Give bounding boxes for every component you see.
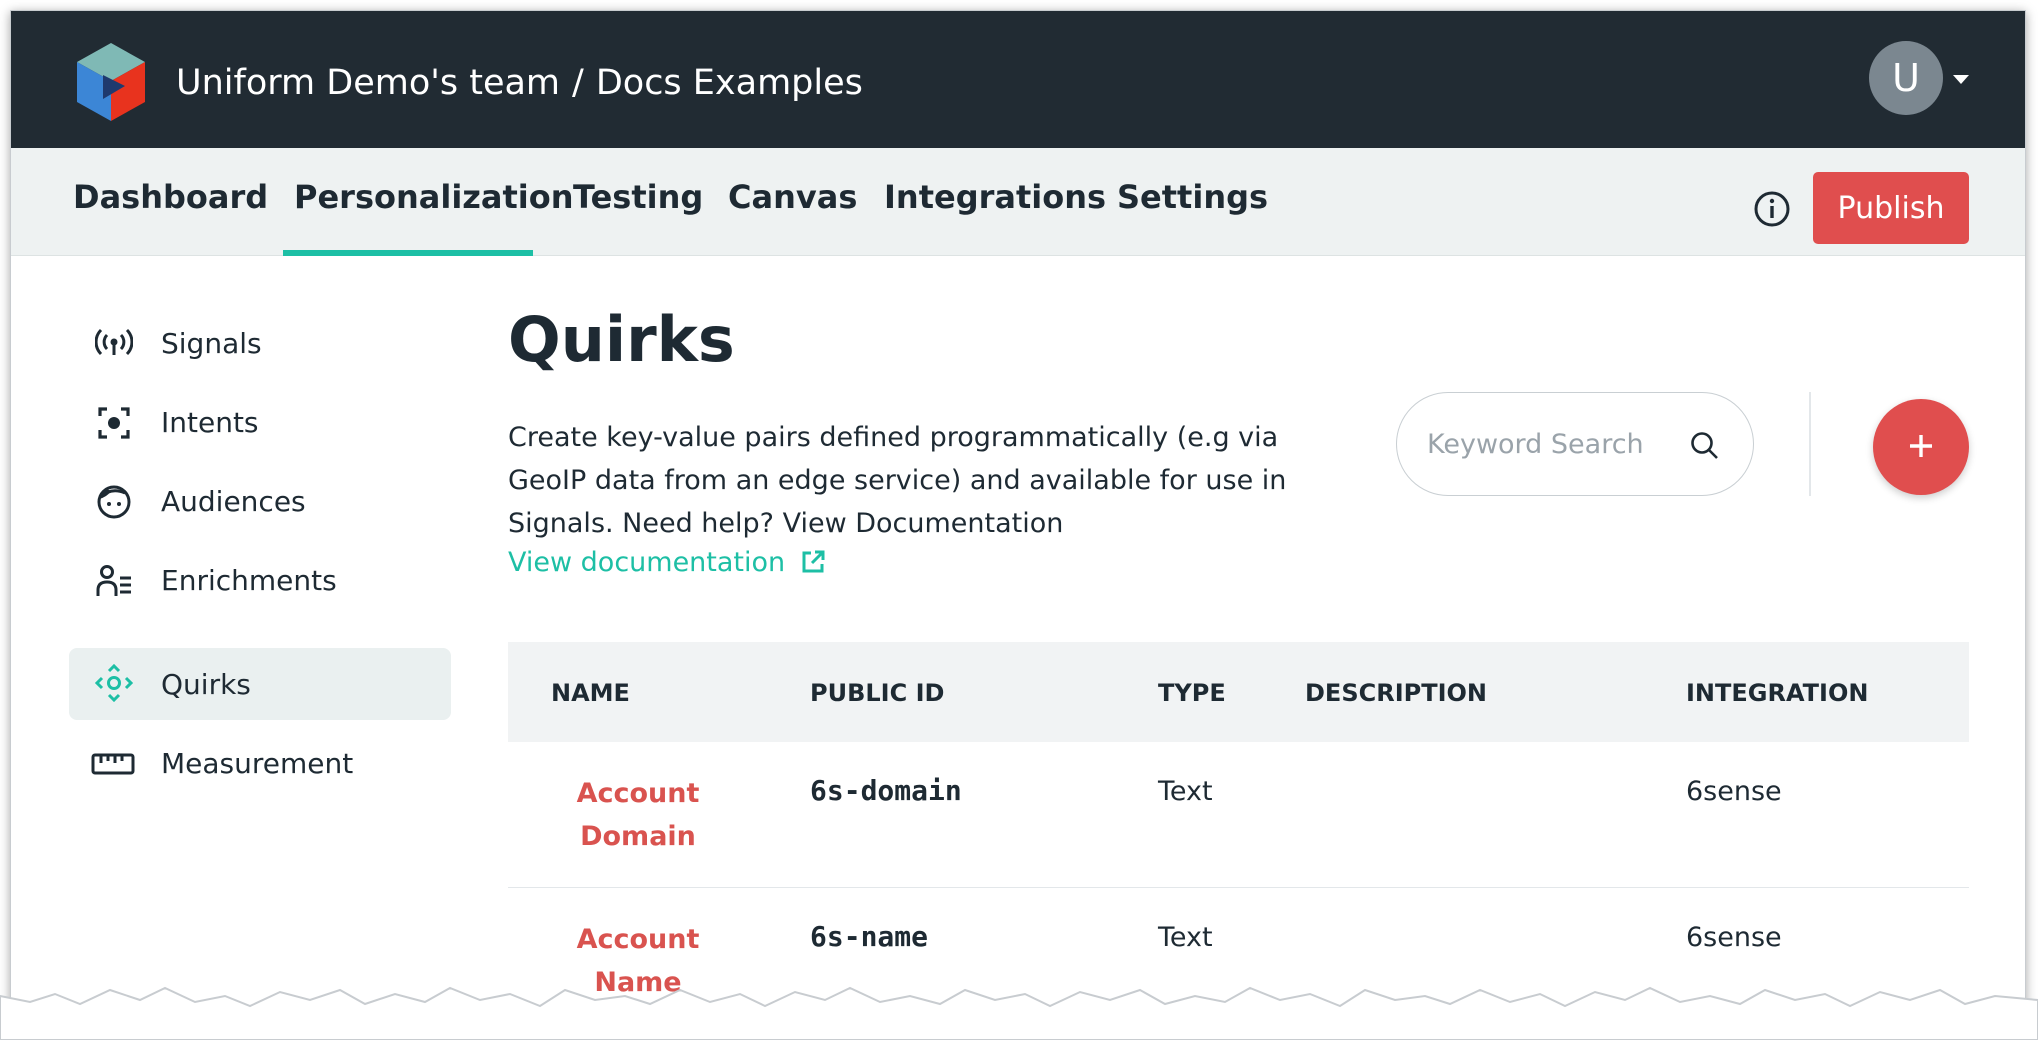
top-bar: Uniform Demo's team / Docs Examples U <box>11 11 2025 148</box>
tab-testing[interactable]: Testing <box>573 178 703 216</box>
sidebar-item-label: Audiences <box>161 485 306 518</box>
breadcrumb: Uniform Demo's team / Docs Examples <box>176 63 863 103</box>
team-name[interactable]: Uniform Demo's team <box>176 63 560 103</box>
ruler-icon <box>91 753 135 775</box>
active-tab-indicator <box>283 250 533 256</box>
main-nav: Dashboard Personalization Testing Canvas… <box>11 148 2025 256</box>
column-header-type[interactable]: TYPE <box>1158 679 1226 707</box>
tab-dashboard[interactable]: Dashboard <box>73 178 268 216</box>
sidebar-item-label: Enrichments <box>161 564 337 597</box>
sidebar-item-audiences[interactable]: Audiences <box>69 465 451 537</box>
column-header-integration[interactable]: INTEGRATION <box>1686 679 1868 707</box>
column-header-name[interactable]: NAME <box>551 679 630 707</box>
search-icon[interactable] <box>1689 430 1719 460</box>
tab-personalization[interactable]: Personalization <box>294 178 574 216</box>
breadcrumb-separator: / <box>572 63 584 103</box>
tab-canvas[interactable]: Canvas <box>728 178 857 216</box>
toolbar-divider <box>1809 392 1811 496</box>
quirk-move-icon <box>95 664 133 702</box>
project-name[interactable]: Docs Examples <box>596 63 863 103</box>
external-link-icon <box>802 550 825 573</box>
view-documentation-label: View documentation <box>508 547 786 578</box>
sidebar-item-quirks[interactable]: Quirks <box>69 648 451 720</box>
quirk-integration: 6sense <box>1686 776 1782 807</box>
face-icon <box>97 485 131 519</box>
column-header-public-id[interactable]: PUBLIC ID <box>810 679 944 707</box>
view-documentation-link[interactable]: View documentation <box>508 547 826 578</box>
search-input[interactable] <box>1427 421 1677 467</box>
column-header-description[interactable]: DESCRIPTION <box>1305 679 1487 707</box>
page-title: Quirks <box>508 303 735 376</box>
uniform-logo-icon[interactable] <box>73 41 149 123</box>
signal-broadcast-icon <box>95 328 133 356</box>
tab-settings[interactable]: Settings <box>1117 178 1268 216</box>
plus-icon <box>1910 434 1932 457</box>
app-window: Uniform Demo's team / Docs Examples U Dash… <box>10 10 2026 1040</box>
tab-integrations[interactable]: Integrations <box>884 178 1106 216</box>
add-quirk-button[interactable] <box>1873 399 1969 495</box>
sidebar-item-enrichments[interactable]: Enrichments <box>69 544 451 616</box>
sidebar-item-label: Quirks <box>161 668 251 701</box>
sidebar-item-measurement[interactable]: Measurement <box>69 727 451 799</box>
sidebar-item-signals[interactable]: Signals <box>69 307 451 379</box>
quirk-type: Text <box>1158 922 1213 953</box>
sidebar-item-intents[interactable]: Intents <box>69 386 451 458</box>
quirk-name-link[interactable]: Account Domain <box>548 772 728 858</box>
quirk-public-id: 6s-domain <box>810 774 962 807</box>
keyword-search <box>1396 392 1754 496</box>
quirk-integration: 6sense <box>1686 922 1782 953</box>
torn-edge-decoration <box>0 986 2038 1040</box>
target-focus-icon <box>98 407 130 439</box>
sidebar-item-label: Signals <box>161 327 262 360</box>
table-header: NAME PUBLIC ID TYPE DESCRIPTION INTEGRAT… <box>508 642 1969 742</box>
page-description: Create key-value pairs defined programma… <box>508 422 1287 539</box>
quirk-type: Text <box>1158 776 1213 807</box>
sidebar-item-label: Intents <box>161 406 259 439</box>
quirk-public-id: 6s-name <box>810 920 929 953</box>
table-row[interactable]: Account Domain 6s-domain Text 6sense <box>508 742 1969 888</box>
publish-button[interactable]: Publish <box>1813 172 1969 244</box>
info-icon[interactable] <box>1753 190 1791 228</box>
avatar[interactable]: U <box>1869 41 1943 115</box>
sidebar-item-label: Measurement <box>161 747 354 780</box>
user-list-icon <box>96 565 131 596</box>
chevron-down-icon[interactable] <box>1953 75 1969 84</box>
